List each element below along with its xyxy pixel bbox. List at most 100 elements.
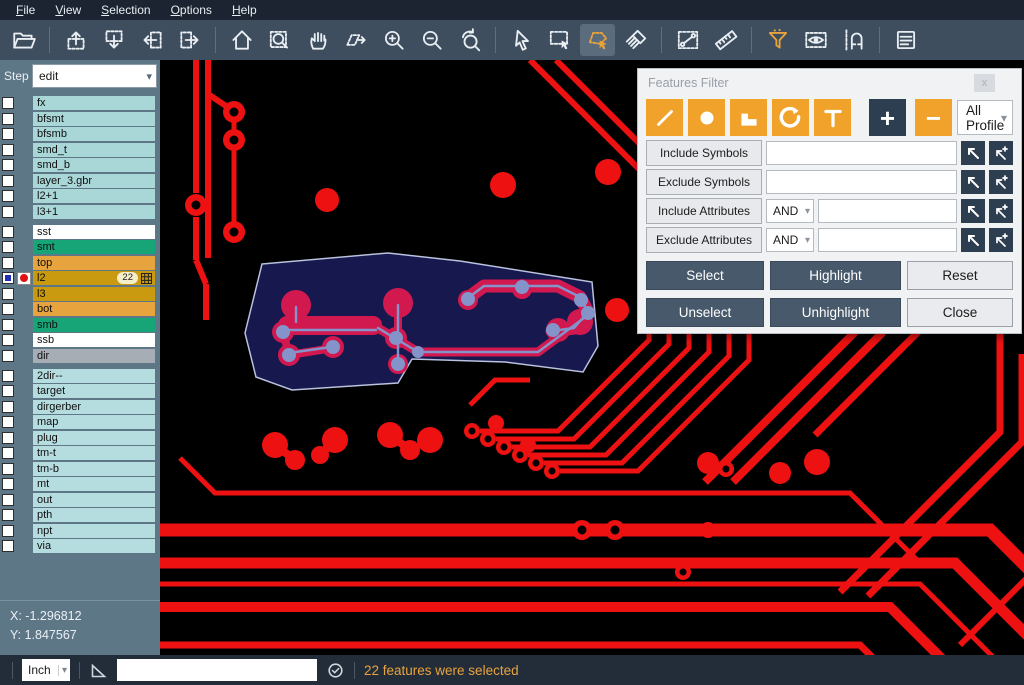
layer-checkbox[interactable] — [2, 113, 14, 125]
layer-checkbox[interactable] — [2, 288, 14, 300]
exclude-attributes-input[interactable] — [818, 228, 957, 252]
include-symbols-pick-button[interactable] — [961, 141, 985, 165]
menu-view[interactable]: View — [45, 1, 91, 19]
exclude-attributes-pick-button[interactable] — [961, 228, 985, 252]
close-button[interactable]: Close — [907, 298, 1013, 327]
zoom-in-button[interactable] — [376, 24, 411, 56]
layer-checkbox[interactable] — [2, 447, 14, 459]
filter-line-button[interactable] — [646, 99, 683, 136]
exclude-symbols-pick-add-button[interactable] — [989, 170, 1013, 194]
unselect-button[interactable]: Unselect — [646, 298, 764, 327]
layer-row-layer_3.gbr[interactable]: layer_3.gbr — [0, 174, 160, 188]
exclude-symbols-button[interactable]: Exclude Symbols — [646, 169, 762, 195]
clean-brush-button[interactable] — [618, 24, 653, 56]
layer-checkbox[interactable] — [2, 432, 14, 444]
layer-checkbox[interactable] — [2, 401, 14, 413]
filter-arc-button[interactable] — [772, 99, 809, 136]
layer-label[interactable]: smb — [33, 318, 155, 332]
reset-button[interactable]: Reset — [907, 261, 1013, 290]
layer-row-smb[interactable]: smb — [0, 318, 160, 332]
profile-select[interactable]: All Profile ▾ — [957, 100, 1013, 135]
layer-row-fx[interactable]: fx — [0, 96, 160, 110]
menu-file[interactable]: File — [6, 1, 45, 19]
select-polygon-button[interactable] — [580, 24, 615, 56]
layer-checkbox[interactable] — [2, 385, 14, 397]
step-select[interactable]: edit ▾ — [32, 64, 157, 88]
exclude-symbols-input[interactable] — [766, 170, 957, 194]
layer-label[interactable]: l3+1 — [33, 205, 155, 219]
view-options-button[interactable] — [798, 24, 833, 56]
layer-label[interactable]: bot — [33, 302, 155, 316]
log-panel-button[interactable] — [888, 24, 923, 56]
layer-label[interactable]: plug — [33, 431, 155, 445]
zoom-previous-button[interactable] — [452, 24, 487, 56]
exclude-attributes-pick-add-button[interactable] — [989, 228, 1013, 252]
layer-label[interactable]: bfsmt — [33, 112, 155, 126]
layer-checkbox[interactable] — [2, 494, 14, 506]
open-button[interactable] — [6, 24, 41, 56]
layer-label[interactable]: smd_t — [33, 143, 155, 157]
layer-row-dir[interactable]: dir — [0, 349, 160, 363]
layer-row-pth[interactable]: pth — [0, 508, 160, 522]
pan-down-button[interactable] — [96, 24, 131, 56]
layer-row-top[interactable]: top — [0, 256, 160, 270]
exclude-attributes-and-select[interactable]: AND ▾ — [766, 228, 814, 252]
layer-row-smd_b[interactable]: smd_b — [0, 158, 160, 172]
layer-checkbox[interactable] — [2, 257, 14, 269]
layer-row-map[interactable]: map — [0, 415, 160, 429]
pan-up-button[interactable] — [58, 24, 93, 56]
layer-row-smd_t[interactable]: smd_t — [0, 143, 160, 157]
layer-label[interactable]: map — [33, 415, 155, 429]
layer-checkbox[interactable] — [2, 416, 14, 428]
layer-row-dirgerber[interactable]: dirgerber — [0, 400, 160, 414]
layer-row-l2+1[interactable]: l2+1 — [0, 189, 160, 203]
layer-row-target[interactable]: target — [0, 384, 160, 398]
layer-label[interactable]: out — [33, 493, 155, 507]
layer-label[interactable]: bfsmb — [33, 127, 155, 141]
layer-checkbox[interactable] — [2, 334, 14, 346]
zoom-selection-button[interactable] — [338, 24, 373, 56]
include-attributes-button[interactable]: Include Attributes — [646, 198, 762, 224]
layer-label[interactable]: l222 — [33, 271, 155, 285]
layer-row-ssb[interactable]: ssb — [0, 333, 160, 347]
include-attributes-and-select[interactable]: AND ▾ — [766, 199, 814, 223]
zoom-out-button[interactable] — [414, 24, 449, 56]
select-button[interactable]: Select — [646, 261, 764, 290]
layer-row-l3+1[interactable]: l3+1 — [0, 205, 160, 219]
layer-checkbox[interactable] — [2, 97, 14, 109]
layer-row-mt[interactable]: mt — [0, 477, 160, 491]
command-input[interactable] — [117, 659, 317, 681]
layer-label[interactable]: sst — [33, 225, 155, 239]
layer-row-via[interactable]: via — [0, 539, 160, 553]
layer-checkbox[interactable] — [2, 272, 14, 284]
layer-row-l2[interactable]: l222 — [0, 271, 160, 285]
highlight-button[interactable]: Highlight — [770, 261, 901, 290]
ruler-button[interactable] — [708, 24, 743, 56]
layer-label[interactable]: tm-t — [33, 446, 155, 460]
filter-add-button[interactable]: + — [869, 99, 906, 136]
layer-checkbox[interactable] — [2, 525, 14, 537]
layer-label[interactable]: mt — [33, 477, 155, 491]
layer-label[interactable]: l3 — [33, 287, 155, 301]
unhighlight-button[interactable]: Unhighlight — [770, 298, 901, 327]
layer-label[interactable]: 2dir-- — [33, 369, 155, 383]
features-filter-button[interactable] — [760, 24, 795, 56]
layer-checkbox[interactable] — [2, 206, 14, 218]
filter-surface-button[interactable] — [730, 99, 767, 136]
layer-checkbox[interactable] — [2, 190, 14, 202]
filter-text-button[interactable] — [814, 99, 851, 136]
layer-label[interactable]: dirgerber — [33, 400, 155, 414]
units-select[interactable]: Inch ▾ — [22, 659, 70, 681]
layer-checkbox[interactable] — [2, 478, 14, 490]
layer-row-npt[interactable]: npt — [0, 524, 160, 538]
filter-pad-button[interactable] — [688, 99, 725, 136]
layer-label[interactable]: npt — [33, 524, 155, 538]
measure-distance-button[interactable] — [670, 24, 705, 56]
layer-checkbox[interactable] — [2, 540, 14, 552]
layer-label[interactable]: l2+1 — [33, 189, 155, 203]
layer-checkbox[interactable] — [2, 241, 14, 253]
layer-checkbox[interactable] — [2, 175, 14, 187]
select-rectangle-button[interactable] — [542, 24, 577, 56]
layer-row-smt[interactable]: smt — [0, 240, 160, 254]
layer-row-bfsmt[interactable]: bfsmt — [0, 112, 160, 126]
